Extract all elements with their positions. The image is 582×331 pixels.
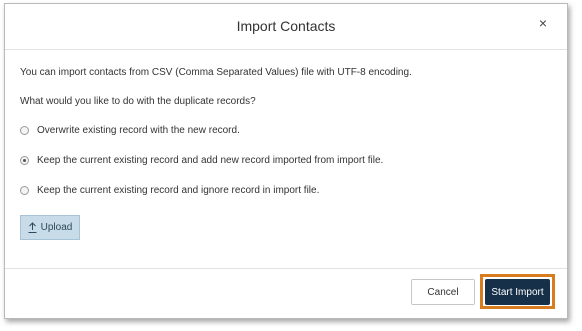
option-keep-add[interactable]: Keep the current existing record and add…: [20, 153, 383, 167]
option-keep-add-label: Keep the current existing record and add…: [37, 154, 384, 166]
start-import-label: Start Import: [491, 286, 544, 298]
radio-keep-ignore[interactable]: [20, 185, 29, 195]
upload-label: Upload: [40, 222, 73, 233]
radio-keep-add[interactable]: [20, 155, 29, 165]
upload-arrow-icon: [28, 222, 37, 233]
import-contacts-dialog: Import Contacts × You can import contact…: [4, 3, 568, 319]
duplicate-question: What would you like to do with the dupli…: [20, 96, 256, 107]
option-keep-ignore[interactable]: Keep the current existing record and ign…: [20, 183, 319, 197]
option-keep-ignore-label: Keep the current existing record and ign…: [37, 184, 320, 196]
dialog-title: Import Contacts: [236, 18, 336, 34]
cancel-button[interactable]: Cancel: [411, 279, 475, 305]
start-import-button[interactable]: Start Import: [485, 279, 550, 305]
intro-text: You can import contacts from CSV (Comma …: [20, 67, 412, 78]
close-icon[interactable]: ×: [535, 15, 551, 31]
dialog-footer-divider: [5, 268, 567, 269]
cancel-label: Cancel: [427, 286, 459, 298]
upload-button[interactable]: Upload: [20, 215, 80, 240]
radio-overwrite[interactable]: [20, 125, 29, 135]
option-overwrite[interactable]: Overwrite existing record with the new r…: [20, 123, 240, 137]
option-overwrite-label: Overwrite existing record with the new r…: [37, 124, 240, 136]
dialog-header: Import Contacts ×: [5, 4, 567, 50]
